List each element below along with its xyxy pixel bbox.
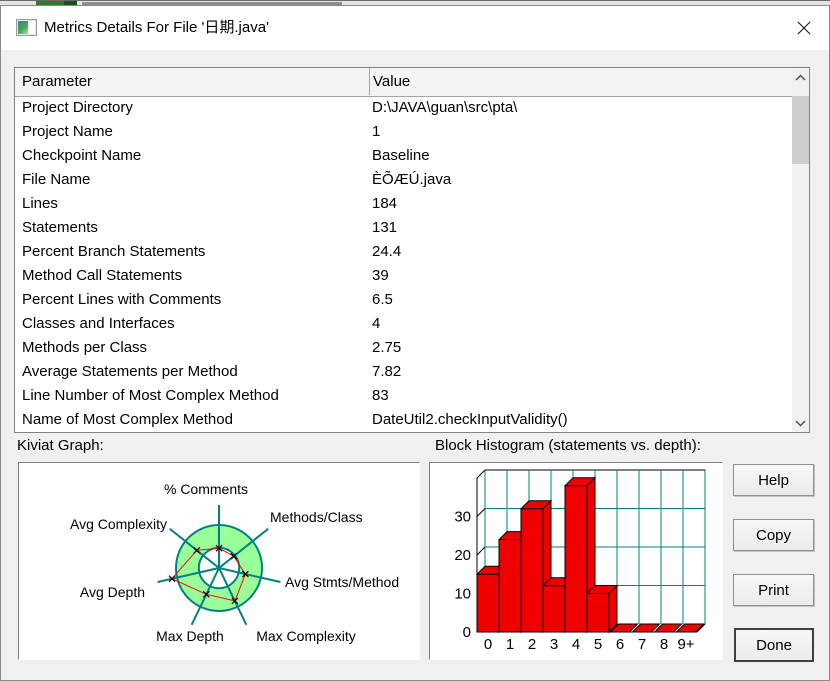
kiviat-axis-label: Max Complexity: [256, 628, 356, 644]
y-axis-tick-label: 10: [454, 586, 471, 603]
table-row[interactable]: Project Directory D:\JAVA\guan\src\pta\: [15, 96, 792, 120]
histogram-bar: [586, 593, 610, 633]
x-axis-tick-label: 6: [616, 636, 624, 653]
table-row[interactable]: Percent Lines with Comments 6.5: [15, 288, 792, 312]
parameter-cell: Percent Lines with Comments: [22, 291, 222, 308]
dialog-window: Metrics Details For File '日期.java' Param…: [0, 5, 830, 681]
scroll-up-button[interactable]: [792, 69, 809, 86]
vertical-scrollbar[interactable]: [792, 68, 809, 432]
value-cell: 184: [372, 195, 398, 212]
table-row[interactable]: Classes and Interfaces 4: [15, 312, 792, 336]
x-axis-tick-label: 7: [638, 636, 646, 653]
table-rows: Project Directory D:\JAVA\guan\src\pta\ Pr…: [15, 96, 792, 432]
value-cell: DateUtil2.checkInputValidity(): [372, 411, 568, 428]
x-axis-tick-label: 9+: [677, 636, 694, 653]
value-cell: 2.75: [372, 339, 402, 356]
value-cell: Baseline: [372, 147, 430, 164]
table-row[interactable]: Method Call Statements 39: [15, 264, 792, 288]
value-cell: 7.82: [372, 363, 402, 380]
kiviat-graph-label: Kiviat Graph:: [17, 437, 104, 454]
value-cell: 39: [372, 267, 389, 284]
scroll-down-button[interactable]: [792, 415, 809, 432]
done-button[interactable]: Done: [734, 628, 814, 662]
table-row[interactable]: Project Name 1: [15, 120, 792, 144]
block-histogram-chart: 01020300 1 2 3 4 5 6 7 8 9+: [454, 469, 706, 653]
x-axis-tick-label: 3: [550, 636, 558, 653]
column-header-value[interactable]: Value: [371, 68, 792, 95]
titlebar: Metrics Details For File '日期.java': [1, 6, 829, 50]
chevron-up-icon: [795, 74, 806, 81]
x-axis-tick-label: 8: [660, 636, 668, 653]
value-cell: ÈÕÆÚ.java: [372, 171, 452, 188]
x-axis-tick-label: 0: [484, 636, 492, 653]
kiviat-axis-label: % Comments: [164, 481, 248, 497]
histogram-bar: [564, 485, 588, 633]
table-row[interactable]: File Name ÈÕÆÚ.java: [15, 168, 792, 192]
parameter-cell: Statements: [22, 219, 98, 236]
column-header-parameter[interactable]: Parameter: [15, 68, 370, 95]
kiviat-axis-label: Avg Stmts/Method: [285, 574, 399, 590]
value-cell: D:\JAVA\guan\src\pta\: [372, 99, 518, 116]
table-row[interactable]: Percent Branch Statements 24.4: [15, 240, 792, 264]
table-header: Parameter Value: [15, 68, 809, 97]
parameter-cell: Method Call Statements: [22, 267, 183, 284]
scrollbar-thumb[interactable]: [792, 96, 809, 164]
value-cell: 83: [372, 387, 389, 404]
histogram-label: Block Histogram (statements vs. depth):: [435, 437, 701, 454]
table-row[interactable]: Average Statements per Method 7.82: [15, 360, 792, 384]
parameter-cell: Methods per Class: [22, 339, 148, 356]
parameter-cell: Project Name: [22, 123, 113, 140]
parameter-cell: Lines: [22, 195, 58, 212]
kiviat-radar-chart: % Comments Methods/Class Avg Stmts/Method M…: [70, 481, 399, 644]
histogram-bar: [542, 585, 566, 633]
window-title: Metrics Details For File '日期.java': [44, 19, 269, 36]
chevron-down-icon: [795, 420, 806, 427]
histogram-bar: [476, 573, 500, 633]
x-axis-tick-label: 2: [528, 636, 536, 653]
close-button[interactable]: [789, 14, 819, 42]
table-row[interactable]: Methods per Class 2.75: [15, 336, 792, 360]
histogram-bar: [498, 539, 522, 633]
histogram-bar-side: [608, 584, 618, 634]
table-row[interactable]: Name of Most Complex Method DateUtil2.che…: [15, 408, 792, 432]
print-button[interactable]: Print: [733, 574, 814, 606]
x-axis-tick-label: 4: [572, 636, 580, 653]
kiviat-axis-label: Methods/Class: [270, 509, 363, 525]
kiviat-axis-label: Avg Depth: [80, 584, 145, 600]
value-cell: 4: [372, 315, 381, 332]
metrics-table: Parameter Value Project Directory D:\JAVA…: [14, 67, 810, 433]
value-cell: 1: [372, 123, 381, 140]
table-row[interactable]: Checkpoint Name Baseline: [15, 144, 792, 168]
copy-button[interactable]: Copy: [733, 519, 814, 551]
block-histogram-panel: 0 10 20 30 0 1 2 3 4 5 6 7 8 9+: [429, 462, 723, 660]
value-cell: 131: [372, 219, 398, 236]
table-row[interactable]: Lines 184: [15, 192, 792, 216]
value-cell: 6.5: [372, 291, 393, 308]
parameter-cell: Percent Branch Statements: [22, 243, 206, 260]
parameter-cell: Classes and Interfaces: [22, 315, 175, 332]
table-row[interactable]: Statements 131: [15, 216, 792, 240]
y-axis-tick-label: 20: [454, 547, 471, 564]
help-button[interactable]: Help: [733, 464, 814, 496]
parameter-cell: Checkpoint Name: [22, 147, 142, 164]
parameter-cell: Name of Most Complex Method: [22, 411, 233, 428]
x-axis-tick-label: 1: [506, 636, 514, 653]
app-icon: [16, 19, 37, 36]
parameter-cell: Line Number of Most Complex Method: [22, 387, 279, 404]
kiviat-axis-label: Avg Complexity: [70, 516, 167, 532]
metrics-details-dialog-screen: Metrics Details For File '日期.java' Param…: [0, 0, 830, 681]
parameter-cell: Average Statements per Method: [22, 363, 238, 380]
close-icon: [797, 21, 811, 35]
kiviat-graph-panel: % Comments Methods/Class Avg Stmts/Method M…: [18, 462, 420, 660]
y-axis-tick-label: 30: [454, 509, 471, 526]
parameter-cell: Project Directory: [22, 99, 133, 116]
histogram-bar: [520, 508, 544, 633]
y-axis-tick-label: 0: [463, 624, 471, 641]
parameter-cell: File Name: [22, 171, 91, 188]
x-axis-tick-label: 5: [594, 636, 602, 653]
kiviat-axis-label: Max Depth: [156, 628, 224, 644]
value-cell: 24.4: [372, 243, 402, 260]
table-row[interactable]: Line Number of Most Complex Method 83: [15, 384, 792, 408]
